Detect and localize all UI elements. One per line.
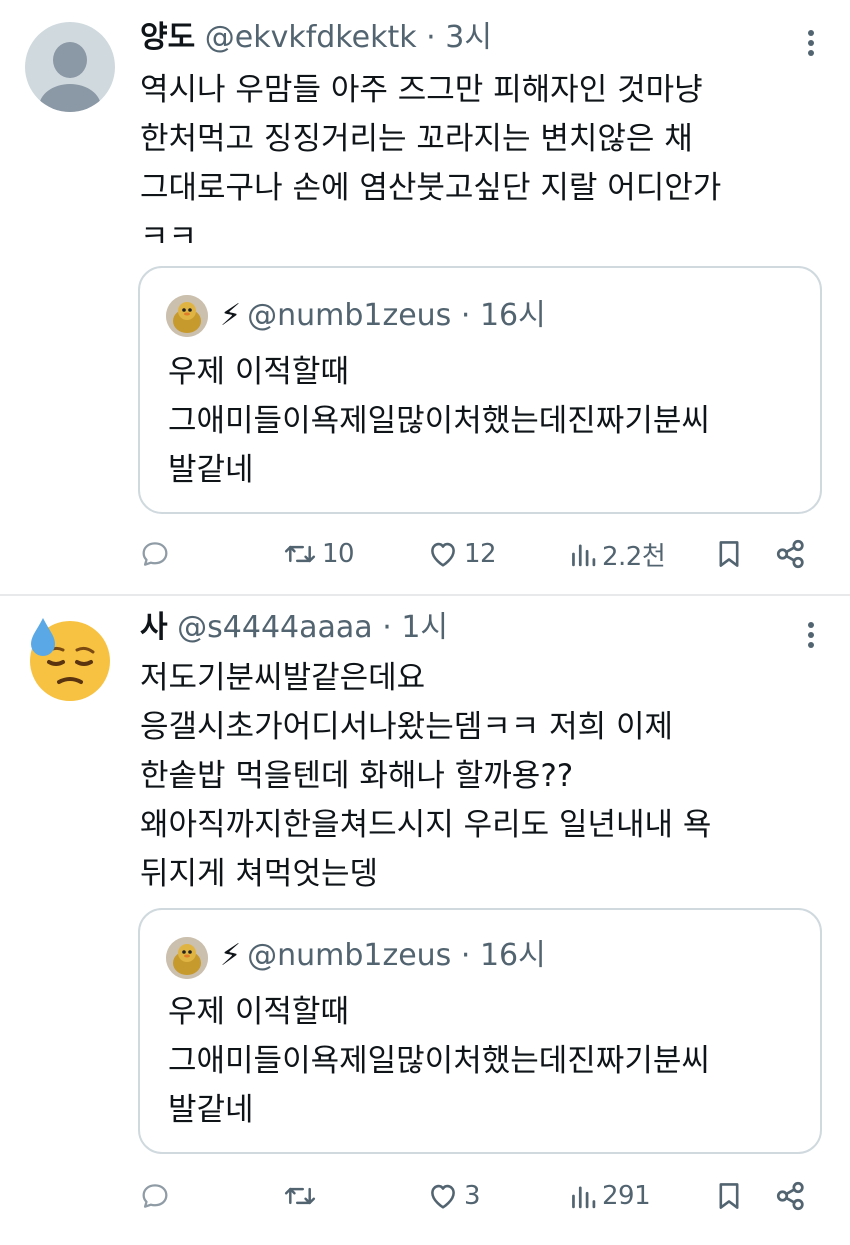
views-count: 2.2천 <box>602 541 666 572</box>
lightning-icon: ⚡ <box>220 938 242 973</box>
quoted-avatar <box>166 295 208 337</box>
separator-dot: · <box>382 610 392 645</box>
quoted-tweet[interactable]: ⚡ @numb1zeus · 16시 우제 이적할때 그애미들이욕제일많이처했는데… <box>138 908 822 1154</box>
bookmark-icon <box>719 541 739 567</box>
quoted-header: ⚡ @numb1zeus · 16시 <box>220 936 546 976</box>
retweet-icon <box>284 545 316 563</box>
tweet-1[interactable]: 양도 @ekvkfdkektk · 3시 역시나 우맘들 아주 즈그만 피해자인… <box>0 0 850 594</box>
lightning-icon: ⚡ <box>220 298 242 333</box>
share-button[interactable] <box>774 534 808 574</box>
reply-icon <box>142 1184 168 1208</box>
downcast-sweat-face-emoji-icon <box>30 618 110 701</box>
quoted-text: 우제 이적할때 그애미들이욕제일많이처했는데진짜기분씨 발같네 <box>168 994 710 1128</box>
reply-button[interactable] <box>138 534 176 574</box>
user-handle[interactable]: @s4444aaaa <box>177 610 373 645</box>
user-handle[interactable]: @ekvkfdkektk <box>205 20 417 55</box>
quoted-timestamp: 16시 <box>479 938 546 973</box>
retweet-count: 10 <box>322 539 355 569</box>
timestamp[interactable]: 3시 <box>445 20 492 55</box>
share-icon <box>776 1181 804 1211</box>
action-bar: 10 12 2.2천 <box>138 534 818 574</box>
separator-dot: · <box>460 938 471 973</box>
action-bar: 3 291 <box>138 1176 818 1216</box>
tweet-header: 양도 @ekvkfdkektk · 3시 <box>140 18 492 58</box>
share-button[interactable] <box>774 1176 808 1216</box>
display-name[interactable]: 사 <box>140 610 168 645</box>
more-options-icon[interactable] <box>808 622 814 652</box>
bookmark-button[interactable] <box>714 1176 744 1216</box>
heart-icon <box>431 1184 455 1209</box>
like-button[interactable]: 12 <box>426 534 497 574</box>
quoted-handle: @numb1zeus <box>247 298 452 333</box>
like-count: 3 <box>464 1181 481 1211</box>
quoted-handle: @numb1zeus <box>247 938 452 973</box>
retweet-icon <box>284 1187 316 1205</box>
views-button[interactable]: 2.2천 <box>568 534 666 574</box>
views-chart-icon <box>572 1186 596 1209</box>
timestamp[interactable]: 1시 <box>401 610 448 645</box>
tweet-text: 저도기분씨발같은데요 응갤시초가어디서나왔는뎀ㅋㅋ 저희 이제 한솥밥 먹을텐데… <box>140 660 712 892</box>
views-chart-icon <box>572 544 596 567</box>
retweet-button[interactable] <box>282 1176 322 1216</box>
quoted-header: ⚡ @numb1zeus · 16시 <box>220 296 546 336</box>
share-icon <box>776 539 804 569</box>
display-name[interactable]: 양도 <box>140 20 195 55</box>
views-button[interactable]: 291 <box>568 1176 651 1216</box>
avatar[interactable] <box>25 22 115 112</box>
more-options-icon[interactable] <box>808 30 814 60</box>
heart-icon <box>431 542 455 567</box>
quoted-timestamp: 16시 <box>479 298 546 333</box>
separator-dot: · <box>426 20 436 55</box>
reply-button[interactable] <box>138 1176 176 1216</box>
avatar[interactable] <box>25 614 115 704</box>
like-count: 12 <box>464 539 497 569</box>
quoted-tweet[interactable]: ⚡ @numb1zeus · 16시 우제 이적할때 그애미들이욕제일많이처했는데… <box>138 266 822 514</box>
bookmark-button[interactable] <box>714 534 744 574</box>
tweet-text: 역시나 우맘들 아주 즈그만 피해자인 것마냥 한처먹고 징징거리는 꼬라지는 … <box>140 72 722 255</box>
separator-dot: · <box>460 298 471 333</box>
tweet-header: 사 @s4444aaaa · 1시 <box>140 608 448 648</box>
retweet-button[interactable]: 10 <box>282 534 355 574</box>
bookmark-icon <box>719 1183 739 1209</box>
quoted-avatar <box>166 937 208 979</box>
reply-icon <box>142 542 168 566</box>
views-count: 291 <box>602 1181 651 1211</box>
quoted-text: 우제 이적할때 그애미들이욕제일많이처했는데진짜기분씨 발같네 <box>168 354 710 488</box>
like-button[interactable]: 3 <box>426 1176 481 1216</box>
tweet-2[interactable]: 사 @s4444aaaa · 1시 저도기분씨발같은데요 응갤시초가어디서나왔는… <box>0 596 850 1245</box>
